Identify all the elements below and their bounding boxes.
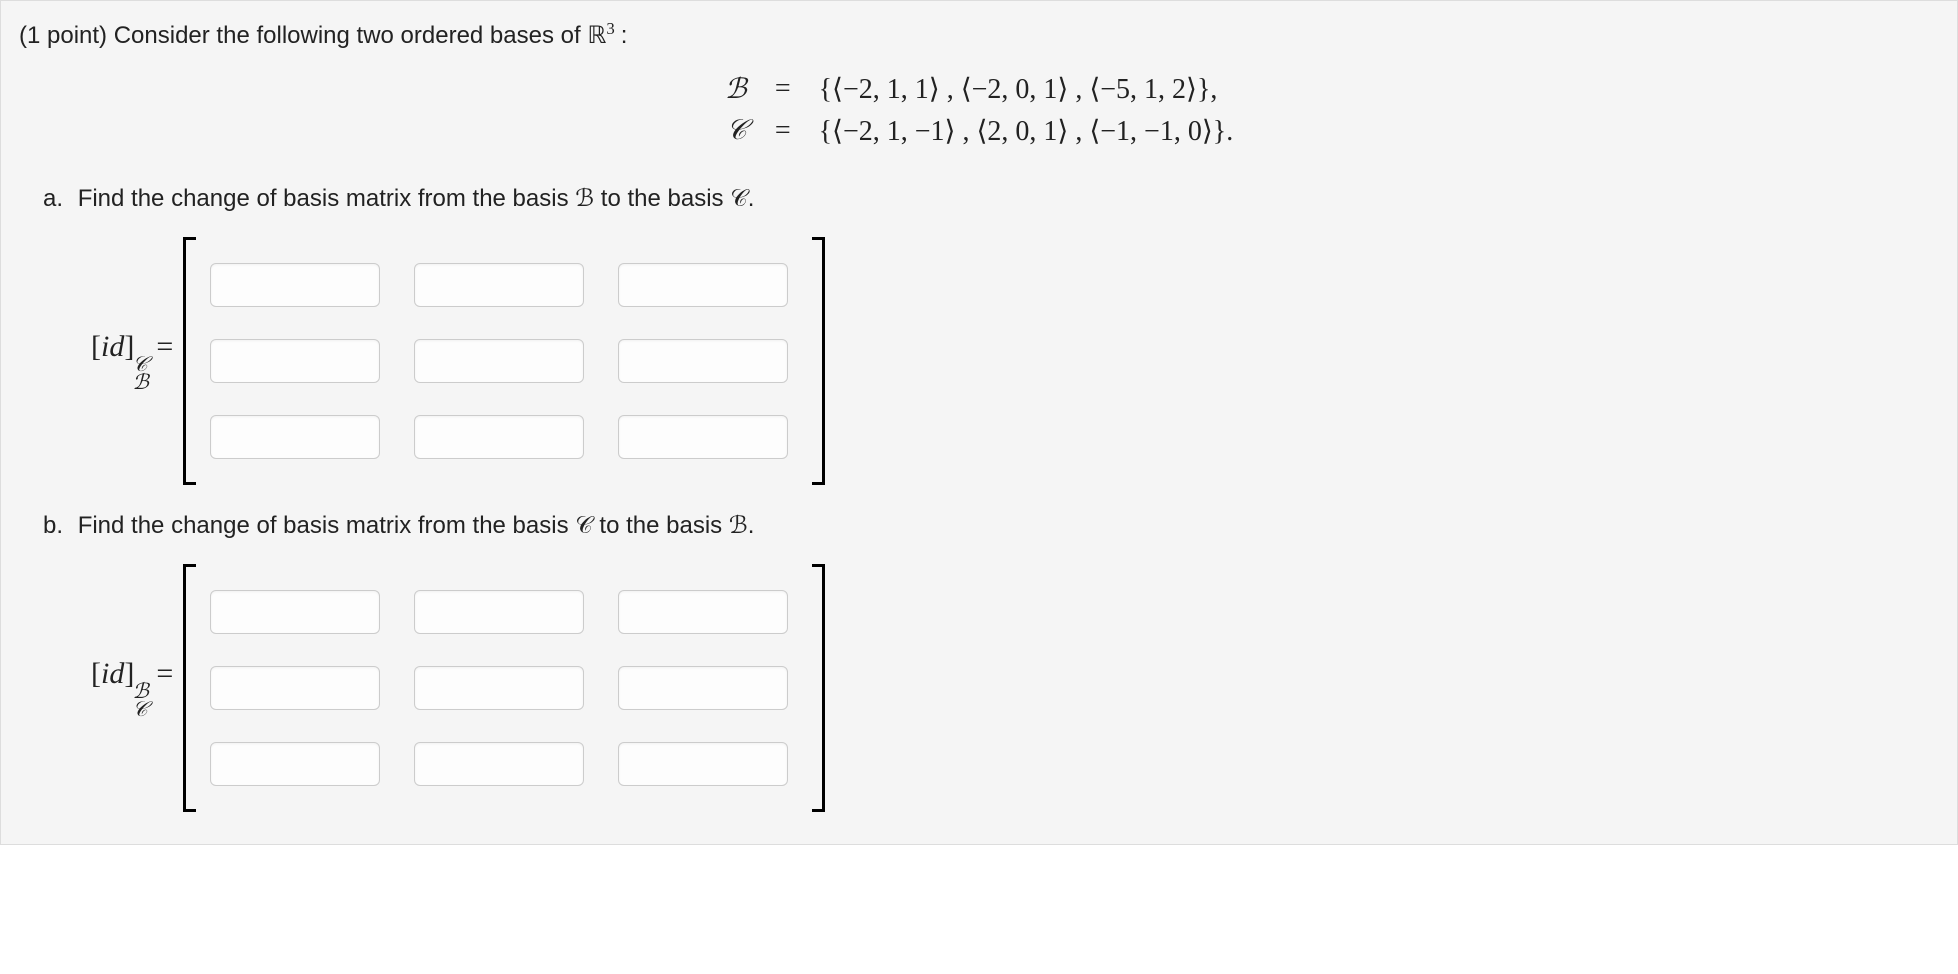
- matrix-a-cell-0-1[interactable]: [414, 263, 584, 307]
- matrix-a-area: [id]𝒞ℬ =: [91, 237, 1939, 485]
- matrix-a-grid: [196, 237, 812, 485]
- matrix-a-bracket: [183, 237, 825, 485]
- matrix-b-cell-2-1[interactable]: [414, 742, 584, 786]
- matrix-b-cell-2-0[interactable]: [210, 742, 380, 786]
- problem-container: (1 point) Consider the following two ord…: [0, 0, 1958, 845]
- basis-definitions: ℬ = {⟨−2, 1, 1⟩ , ⟨−2, 0, 1⟩ , ⟨−5, 1, 2…: [19, 68, 1939, 152]
- matrix-b-cell-2-2[interactable]: [618, 742, 788, 786]
- colon: :: [621, 22, 628, 49]
- matrix-a-cell-2-1[interactable]: [414, 415, 584, 459]
- problem-header: (1 point) Consider the following two ord…: [19, 19, 1939, 50]
- matrix-a-cell-1-0[interactable]: [210, 339, 380, 383]
- space-symbol: ℝ3: [587, 23, 620, 49]
- part-b: b. Find the change of basis matrix from …: [43, 511, 1939, 812]
- matrix-a-cell-2-2[interactable]: [618, 415, 788, 459]
- matrix-a-cell-1-2[interactable]: [618, 339, 788, 383]
- part-a: a. Find the change of basis matrix from …: [43, 184, 1939, 485]
- matrix-b-grid: [196, 564, 812, 812]
- part-b-label: b.: [43, 512, 63, 540]
- matrix-a-cell-0-2[interactable]: [618, 263, 788, 307]
- basis-table: ℬ = {⟨−2, 1, 1⟩ , ⟨−2, 0, 1⟩ , ⟨−5, 1, 2…: [711, 68, 1247, 152]
- eq-sign-2: =: [761, 110, 805, 152]
- matrix-a-cell-2-0[interactable]: [210, 415, 380, 459]
- bracket-left-icon: [183, 237, 196, 485]
- matrix-b-cell-1-0[interactable]: [210, 666, 380, 710]
- basis-row-B: ℬ = {⟨−2, 1, 1⟩ , ⟨−2, 0, 1⟩ , ⟨−5, 1, 2…: [711, 68, 1247, 110]
- basis-B-value: {⟨−2, 1, 1⟩ , ⟨−2, 0, 1⟩ , ⟨−5, 1, 2⟩},: [805, 68, 1248, 110]
- matrix-b-cell-0-0[interactable]: [210, 590, 380, 634]
- matrix-a-cell-1-1[interactable]: [414, 339, 584, 383]
- basis-B-label: ℬ: [711, 68, 761, 110]
- matrix-b-cell-0-1[interactable]: [414, 590, 584, 634]
- part-a-label: a.: [43, 185, 63, 213]
- prompt-text: Consider the following two ordered bases…: [114, 22, 581, 49]
- matrix-b-area: [id]ℬ𝒞 =: [91, 564, 1939, 812]
- matrix-b-lhs: [id]ℬ𝒞 =: [91, 657, 173, 719]
- bracket-left-icon: [183, 564, 196, 812]
- part-a-text: Find the change of basis matrix from the…: [78, 185, 755, 212]
- matrix-b-cell-1-2[interactable]: [618, 666, 788, 710]
- eq-sign-1: =: [761, 68, 805, 110]
- matrix-b-cell-0-2[interactable]: [618, 590, 788, 634]
- bracket-right-icon: [812, 237, 825, 485]
- matrix-a-cell-0-0[interactable]: [210, 263, 380, 307]
- basis-C-value: {⟨−2, 1, −1⟩ , ⟨2, 0, 1⟩ , ⟨−1, −1, 0⟩}.: [805, 110, 1248, 152]
- matrix-b-bracket: [183, 564, 825, 812]
- matrix-b-cell-1-1[interactable]: [414, 666, 584, 710]
- basis-C-label: 𝒞: [711, 110, 761, 152]
- part-b-text: Find the change of basis matrix from the…: [78, 512, 755, 539]
- matrix-a-lhs: [id]𝒞ℬ =: [91, 330, 173, 392]
- basis-row-C: 𝒞 = {⟨−2, 1, −1⟩ , ⟨2, 0, 1⟩ , ⟨−1, −1, …: [711, 110, 1247, 152]
- points-label: (1 point): [19, 22, 107, 49]
- bracket-right-icon: [812, 564, 825, 812]
